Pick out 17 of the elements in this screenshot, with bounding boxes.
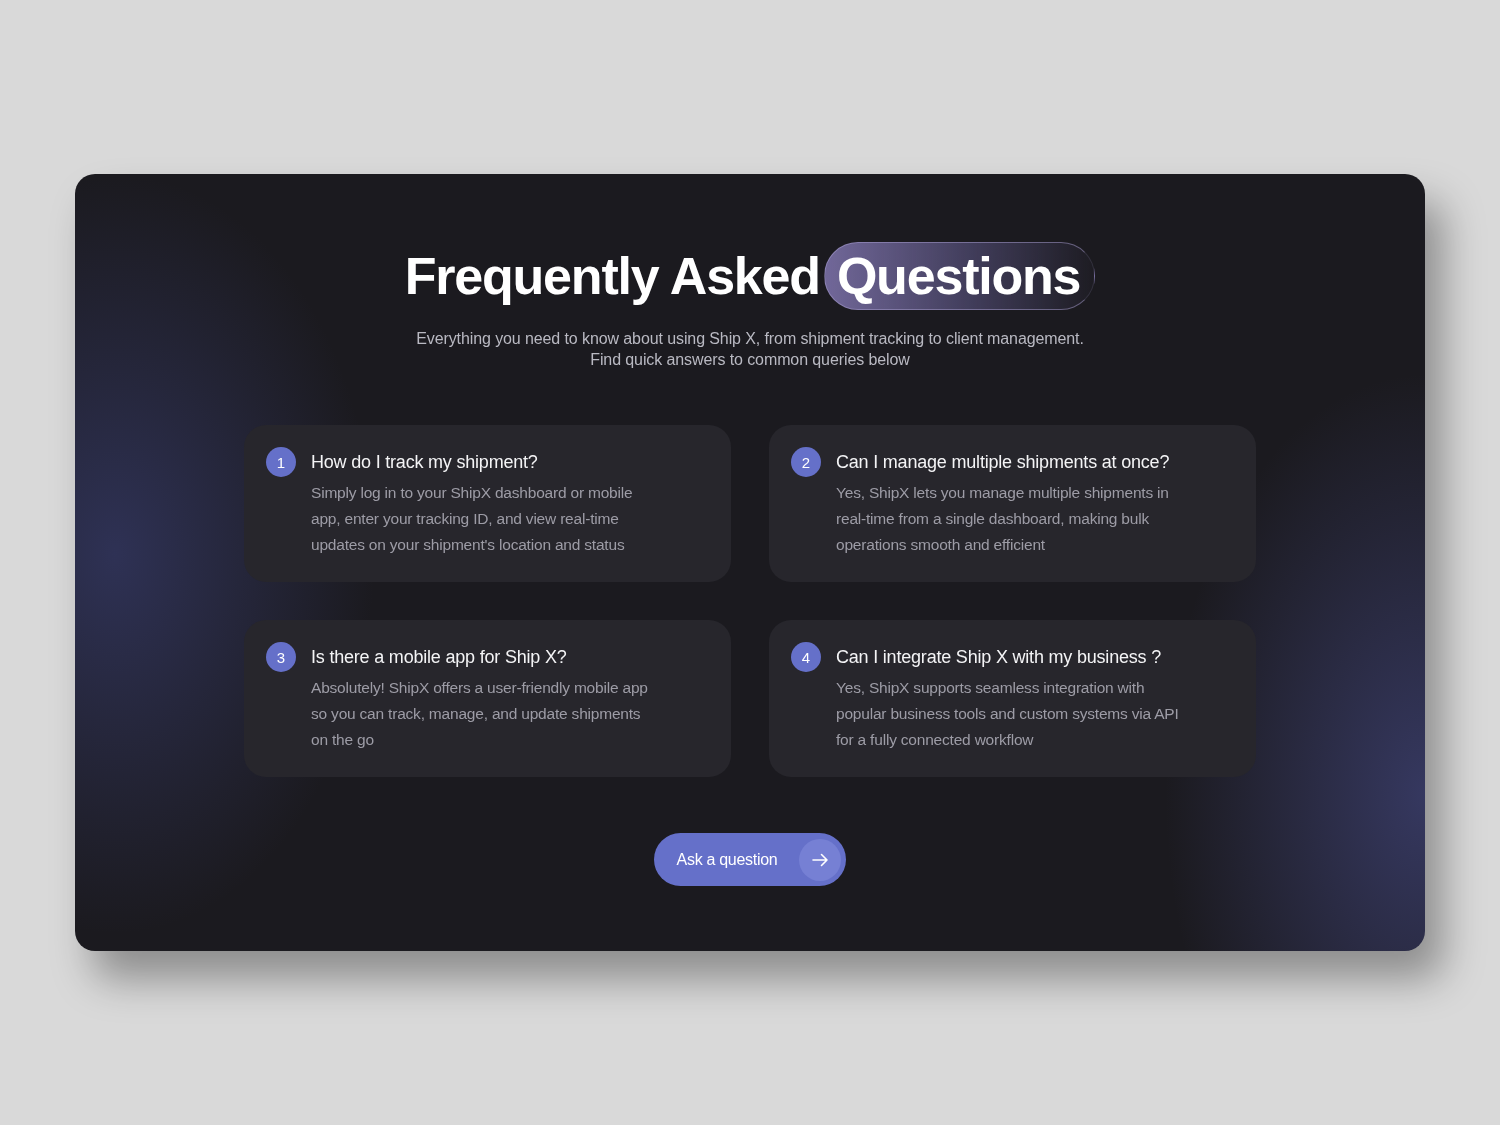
faq-answer: Yes, ShipX supports seamless integration with popular business tools and custom systems via API for a fully connected workflow — [836, 678, 1180, 750]
ask-question-button[interactable]: Ask a question — [653, 833, 847, 886]
number-badge: 2 — [791, 447, 821, 477]
faq-question: Is there a mobile app for Ship X? — [311, 646, 568, 668]
faq-question: Can I manage multiple shipments at once? — [836, 451, 1171, 473]
heading-text: Frequently Asked — [404, 246, 821, 307]
number-badge: 3 — [266, 642, 296, 672]
faq-answer: Absolutely! ShipX offers a user-friendly mobile app so you can track, manage, and update shipments on the go — [311, 678, 649, 750]
faq-question: How do I track my shipment? — [311, 451, 539, 473]
number-badge: 1 — [266, 447, 296, 477]
arrow-right-icon — [799, 838, 842, 881]
heading-highlight: Questions — [823, 242, 1096, 310]
faq-answer: Simply log in to your ShipX dashboard or mobile app, enter your tracking ID, and view real-time updates on your shipment's location and status — [311, 483, 634, 555]
faq-answer: Yes, ShipX lets you manage multiple shipments in real-time from a single dashboard, making bulk operations smooth and efficient — [836, 483, 1170, 555]
faq-question: Can I integrate Ship X with my business ? — [836, 646, 1162, 668]
number-badge: 4 — [791, 642, 821, 672]
subtitle-text: Everything you need to know about using Ship X, from shipment tracking to client management. Find quick answers to common queries below — [416, 329, 1084, 370]
